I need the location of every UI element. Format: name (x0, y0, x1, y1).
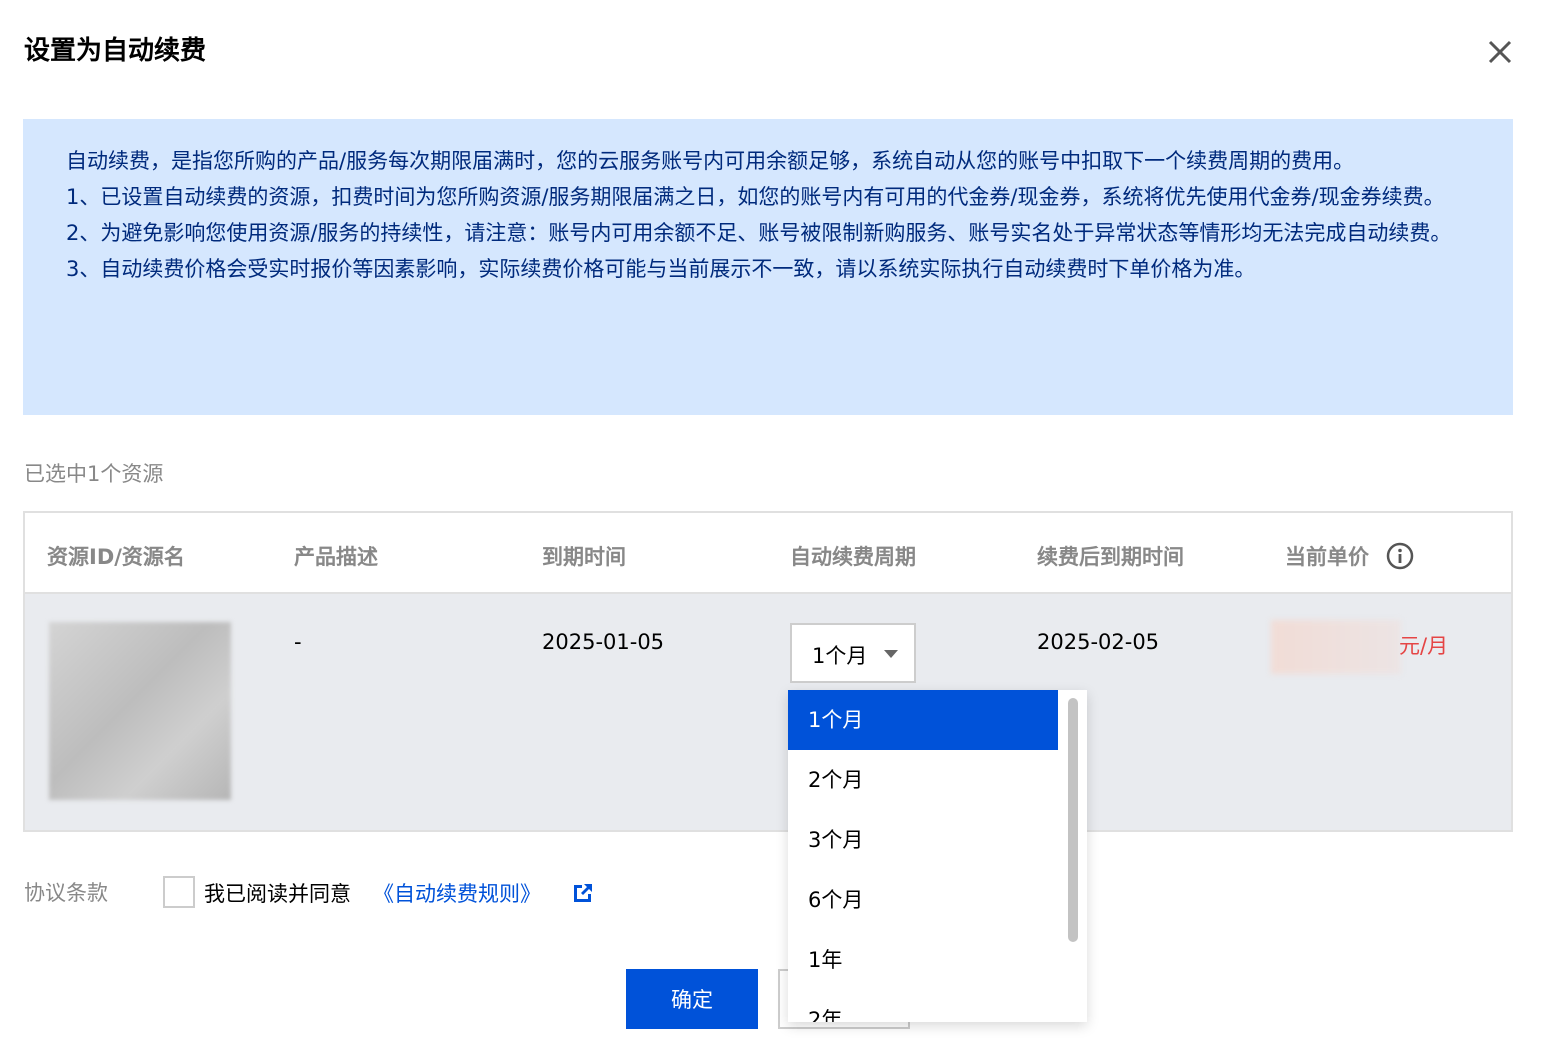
auto-renew-rule-link[interactable]: 《自动续费规则》 (373, 878, 541, 908)
dropdown-option-1-month[interactable]: 1个月 (788, 690, 1058, 750)
info-icon[interactable] (1386, 542, 1414, 570)
confirm-button[interactable]: 确定 (626, 969, 758, 1029)
column-header-price: 当前单价 (1285, 541, 1414, 571)
agreement-checkbox[interactable] (163, 876, 195, 908)
expire-date-cell: 2025-01-05 (542, 630, 665, 654)
agreement-text: 我已阅读并同意 (204, 882, 351, 906)
resource-table: 资源ID/资源名 产品描述 到期时间 自动续费周期 续费后到期时间 当前单价 -… (23, 511, 1513, 832)
close-icon[interactable] (1484, 36, 1516, 68)
notice-line: 3、自动续费价格会受实时报价等因素影响，实际续费价格可能与当前展示不一致，请以系… (66, 257, 1256, 281)
dropdown-list: 1个月 2个月 3个月 6个月 1年 2年 (788, 690, 1058, 1022)
column-header-price-label: 当前单价 (1285, 545, 1369, 569)
notice-line: 自动续费，是指您所购的产品/服务每次期限届满时，您的云服务账号内可用余额足够，系… (66, 149, 1355, 173)
column-header-new-expire-date: 续费后到期时间 (1037, 545, 1184, 569)
renew-period-dropdown: 1个月 2个月 3个月 6个月 1年 2年 (788, 690, 1087, 1022)
dropdown-scrollbar[interactable] (1062, 690, 1084, 1022)
agreement-label: 协议条款 (24, 881, 108, 905)
table-header: 资源ID/资源名 产品描述 到期时间 自动续费周期 续费后到期时间 当前单价 (25, 513, 1511, 594)
dropdown-option-1-year[interactable]: 1年 (788, 930, 1058, 990)
table-row: - 2025-01-05 1个月 2025-02-05 元/月 (25, 594, 1511, 830)
renew-period-value: 1个月 (812, 644, 868, 668)
dialog-title: 设置为自动续费 (24, 36, 207, 66)
product-desc-cell: - (294, 630, 302, 654)
notice-line: 2、为避免影响您使用资源/服务的持续性，请注意：账号内可用余额不足、账号被限制新… (66, 221, 1452, 245)
auto-renew-notice: 自动续费，是指您所购的产品/服务每次期限届满时，您的云服务账号内可用余额足够，系… (23, 119, 1513, 415)
selected-count: 已选中1个资源 (24, 462, 164, 486)
column-header-product-desc: 产品描述 (294, 545, 378, 569)
dropdown-option-2-months[interactable]: 2个月 (788, 750, 1058, 810)
chevron-down-icon (884, 650, 898, 658)
column-header-resource-id: 资源ID/资源名 (47, 545, 185, 569)
new-expire-date-cell: 2025-02-05 (1037, 630, 1160, 654)
notice-line: 1、已设置自动续费的资源，扣费时间为您所购资源/服务期限届满之日，如您的账号内有… (66, 185, 1445, 209)
column-header-renew-period: 自动续费周期 (790, 545, 916, 569)
column-header-expire-date: 到期时间 (542, 545, 626, 569)
price-redacted (1271, 620, 1401, 674)
scrollbar-thumb[interactable] (1068, 698, 1078, 942)
dropdown-option-2-years[interactable]: 2年 (788, 990, 1058, 1022)
renew-period-select[interactable]: 1个月 (790, 623, 916, 683)
dropdown-option-3-months[interactable]: 3个月 (788, 810, 1058, 870)
resource-id-redacted (49, 622, 231, 800)
price-unit: 元/月 (1399, 634, 1449, 658)
external-link-icon[interactable] (571, 881, 595, 905)
dropdown-option-6-months[interactable]: 6个月 (788, 870, 1058, 930)
